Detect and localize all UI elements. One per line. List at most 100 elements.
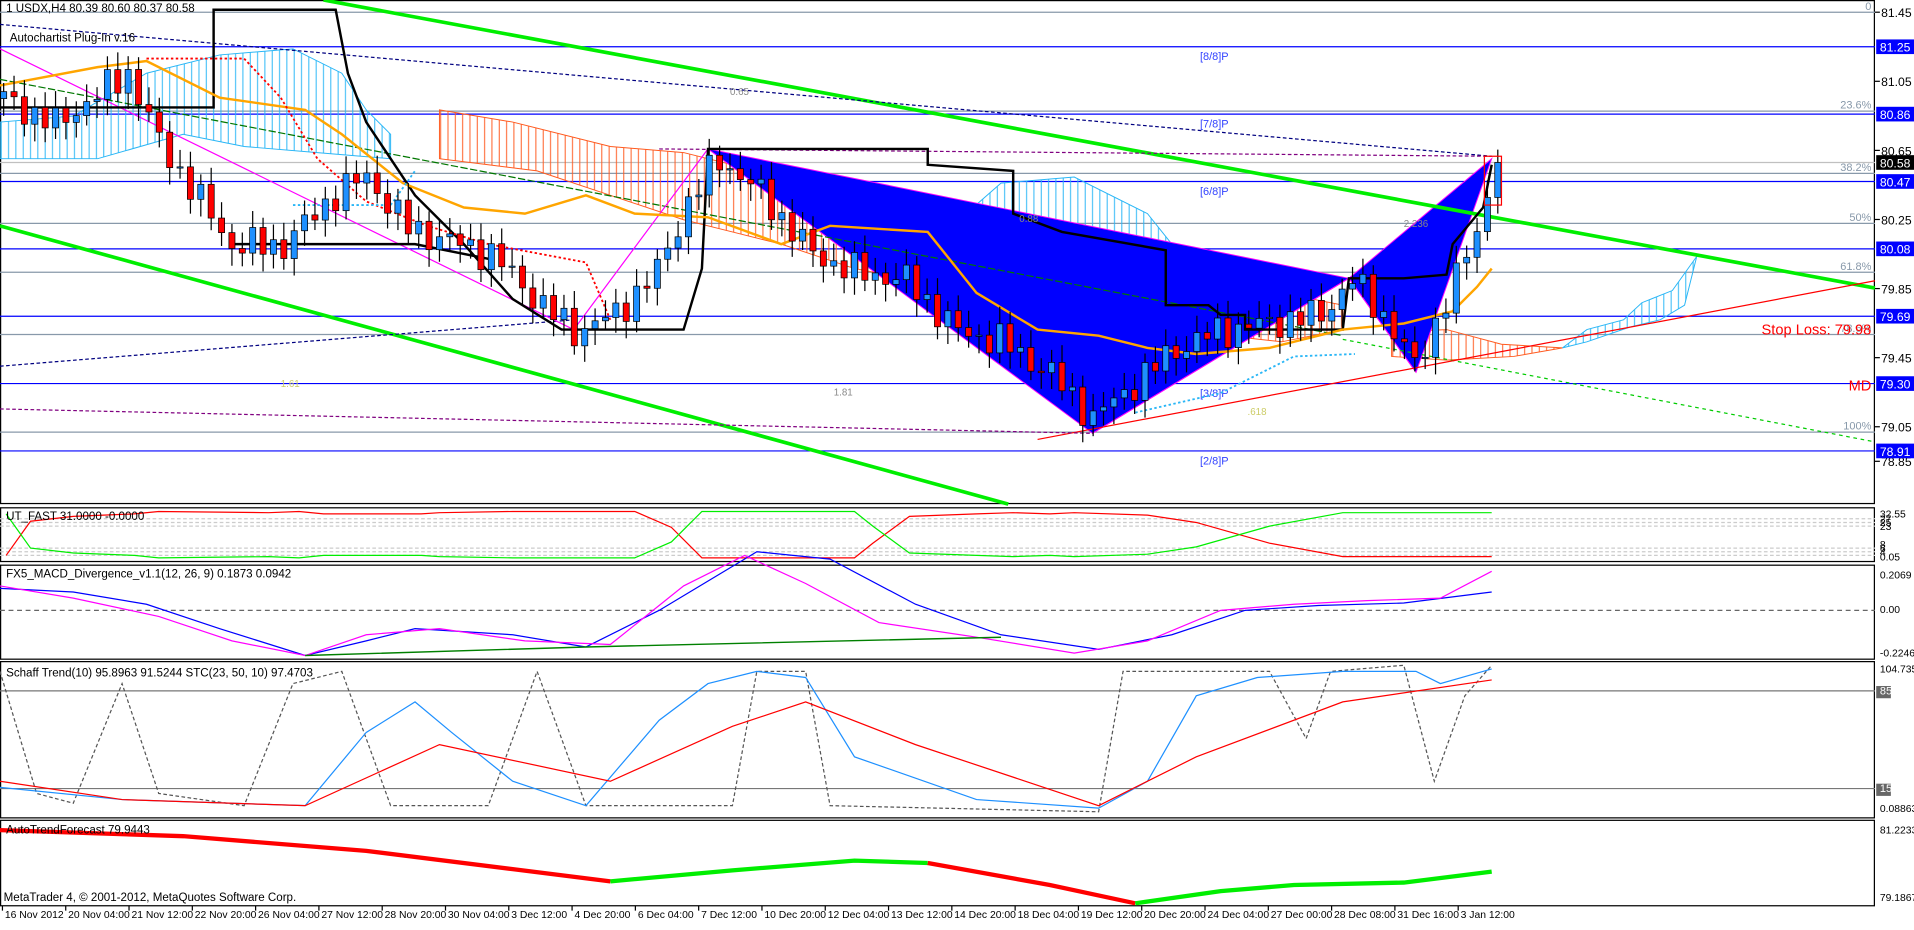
price-tick: 81.45 (1881, 6, 1912, 20)
murrey-level-label: [3/8]P (1200, 388, 1229, 400)
time-tick: 20 Dec 20:00 (1144, 910, 1206, 921)
ratio-label: 0.65 (730, 87, 750, 98)
autotrend-label: AutoTrendForecast 79.9443 (6, 825, 150, 837)
stc-red-line (0, 679, 1492, 807)
autotrend-green-segment (610, 858, 928, 884)
candle (207, 167, 215, 231)
candle (643, 271, 651, 303)
fibo-level-label: 0 (1865, 1, 1871, 13)
indicator-tick: 0.08863 (1880, 804, 1914, 815)
trendline-light-green-dashed (1342, 338, 1876, 443)
candle (519, 255, 526, 305)
candle (674, 221, 682, 262)
murrey-price-value: 81.25 (1880, 41, 1911, 55)
time-tick: 13 Dec 12:00 (891, 910, 953, 921)
candle (332, 185, 340, 227)
candle (301, 200, 308, 246)
candle (1442, 298, 1450, 334)
candle (456, 225, 464, 263)
candle (570, 291, 578, 355)
fibo-level-label: 61.8% (1840, 261, 1871, 273)
candle (249, 211, 257, 266)
candle (10, 75, 18, 111)
schaff-label: Schaff Trend(10) 95.8963 91.5244 STC(23,… (6, 667, 313, 679)
candle (342, 156, 350, 220)
autotrend-red-segment (927, 860, 1136, 906)
murrey-price-value: 79.30 (1880, 377, 1911, 391)
md-label: MD (1849, 379, 1872, 395)
time-axis[interactable]: 16 Nov 2012 20 Nov 04:00 21 Nov 12:00 22 No… (1, 905, 1515, 921)
time-tick: 28 Dec 08:00 (1334, 910, 1396, 921)
indicator-tick: 23 (1880, 522, 1892, 533)
candle (270, 224, 277, 269)
murrey-level-label: [2/8]P (1200, 455, 1229, 467)
candle (664, 231, 672, 272)
murrey-price-value: 80.47 (1880, 175, 1911, 189)
price-axis[interactable]: 81.4581.0580.6580.2579.8579.4579.0578.85… (1874, 6, 1914, 469)
candle (425, 211, 433, 267)
candle (321, 186, 329, 237)
murrey-level-label: [6/8]P (1200, 186, 1229, 198)
schaff-blue-line (0, 668, 1492, 809)
candle (228, 223, 236, 266)
current-price-value: 80.58 (1880, 156, 1911, 170)
schaff-panel[interactable] (0, 661, 1875, 819)
time-tick: 21 Nov 12:00 (131, 910, 193, 921)
candle (197, 174, 205, 217)
candle (218, 202, 225, 247)
indicator-tick: 0.00 (1880, 605, 1900, 616)
candle (259, 217, 267, 272)
time-tick: 10 Dec 20:00 (764, 910, 826, 921)
candle (477, 223, 485, 283)
ut-fast-levels (0, 518, 1875, 557)
candle (404, 183, 412, 245)
time-tick: 16 Nov 2012 (5, 910, 64, 921)
candle (913, 256, 921, 317)
fibo-level-label: 23.6% (1840, 100, 1871, 112)
time-tick: 3 Dec 12:00 (511, 910, 567, 921)
murrey-price-value: 80.86 (1880, 108, 1911, 122)
murrey-price-value: 78.91 (1880, 445, 1911, 459)
metatrader-chart[interactable]: 023.6%38.2%50%61.8%78.6%100%[8/8]P[7/8]P… (0, 0, 1914, 925)
candle (498, 228, 506, 281)
fibo-level-label: 50% (1849, 212, 1871, 224)
indicator-tick: 79.1867 (1880, 893, 1914, 904)
candle (550, 283, 558, 337)
fibo-level-label: 100% (1843, 421, 1871, 433)
price-tick: 79.85 (1881, 282, 1912, 296)
stop-loss-label: Stop Loss: 79.98 (1762, 322, 1872, 338)
price-tick: 79.05 (1881, 421, 1912, 435)
indicator-tick: 15 (1880, 783, 1892, 795)
ratio-label: 2.236 (1404, 219, 1428, 230)
time-tick: 20 Nov 04:00 (68, 910, 130, 921)
time-tick: 14 Dec 20:00 (954, 910, 1016, 921)
macd-divergence-green-line (305, 636, 1001, 657)
candle (685, 187, 692, 255)
candle (581, 315, 589, 362)
candle (415, 206, 423, 249)
time-tick: 31 Dec 16:00 (1397, 910, 1459, 921)
indicator-tick: 0.2069 (1880, 571, 1912, 582)
macd-blue-line (0, 551, 1492, 657)
time-tick: 22 Nov 20:00 (195, 910, 257, 921)
copyright-label: MetaTrader 4, © 2001-2012, MetaQuotes So… (4, 892, 297, 904)
time-tick: 4 Dec 20:00 (575, 910, 631, 921)
candle (653, 249, 661, 306)
time-tick: 12 Dec 04:00 (828, 910, 890, 921)
candle (622, 291, 630, 339)
autotrend-red-segment (0, 827, 611, 884)
candle (539, 278, 547, 319)
indicator-axes: 32.552725238640.050.20690.00-0.2246104.7… (1876, 510, 1914, 904)
fibo-level-label: 38.2% (1840, 162, 1871, 174)
time-tick: 26 Nov 04:00 (258, 910, 320, 921)
murrey-price-value: 79.69 (1880, 310, 1911, 324)
candle (1473, 217, 1481, 273)
ratio-label: .618 (1248, 407, 1267, 418)
candle (176, 149, 184, 179)
candle (280, 222, 288, 270)
time-tick: 7 Dec 12:00 (701, 910, 757, 921)
autotrend-green-segment (1134, 869, 1492, 906)
trendline-purple-lower (0, 408, 1093, 434)
candle (1494, 149, 1502, 214)
time-tick: 28 Nov 20:00 (385, 910, 447, 921)
